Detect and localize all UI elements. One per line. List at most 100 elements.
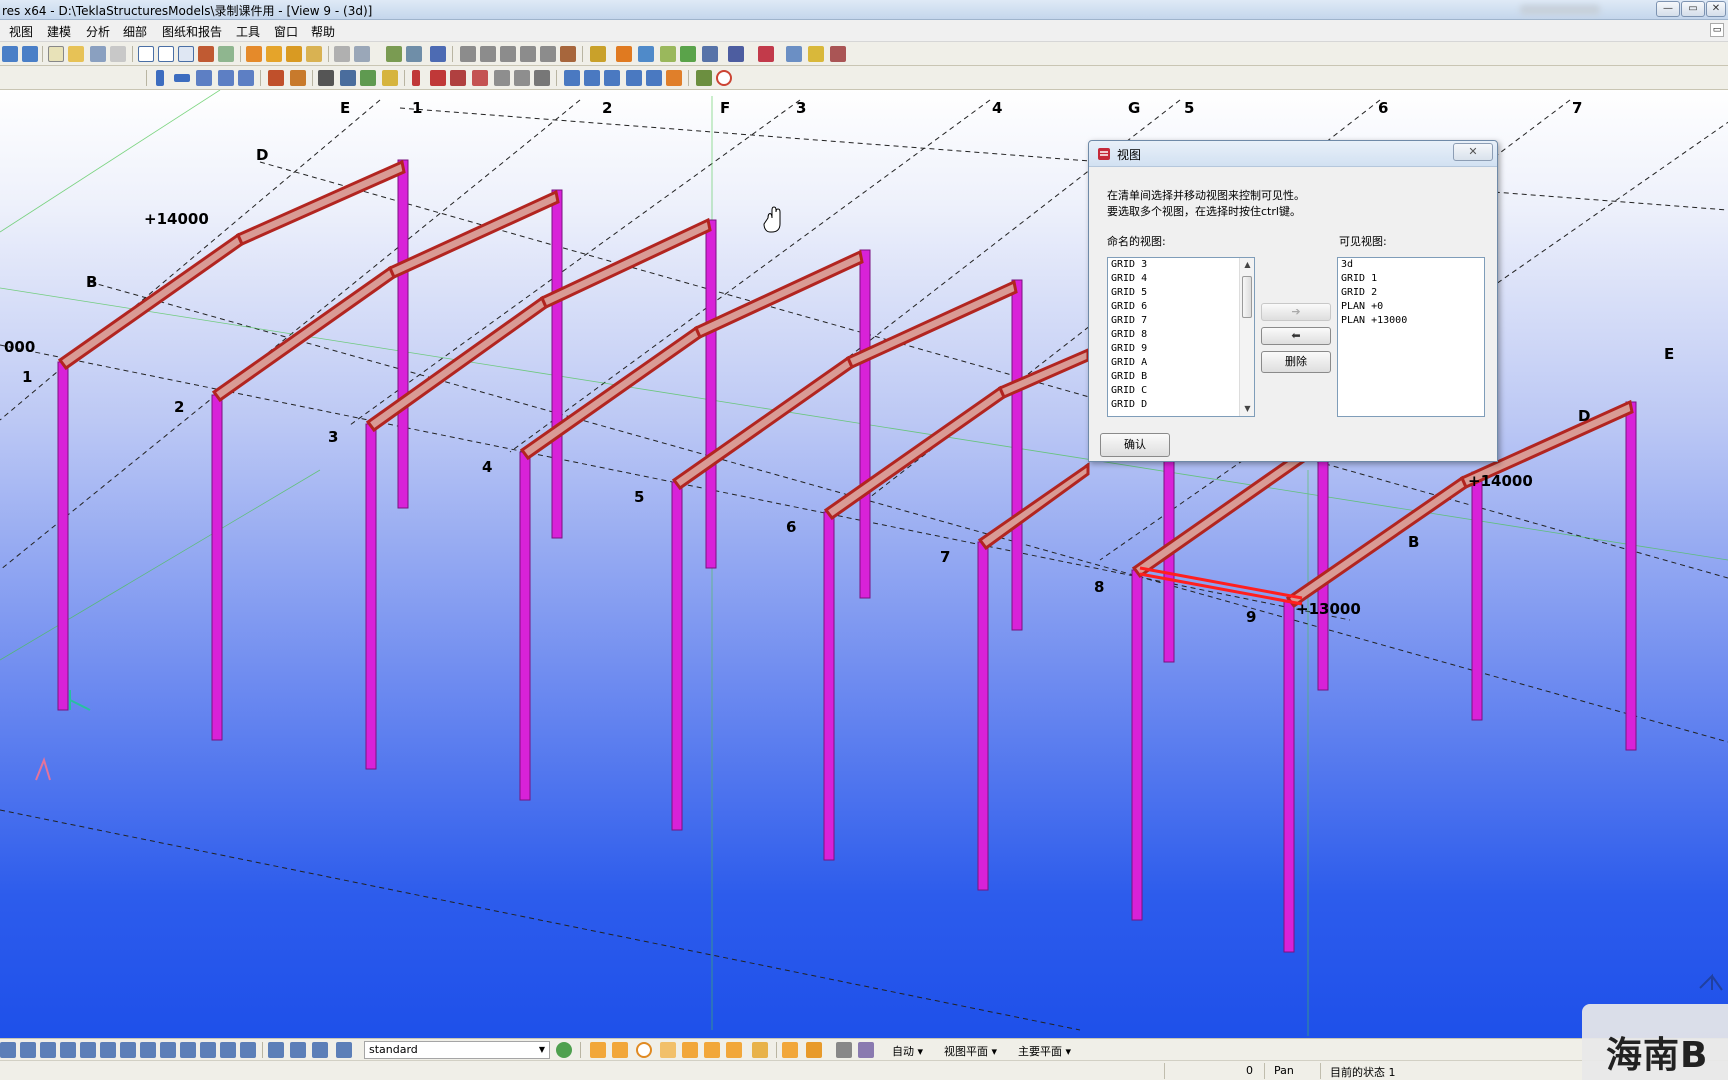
menu-tools[interactable]: 工具 <box>236 23 260 40</box>
snap-lineext-icon[interactable] <box>704 1042 720 1058</box>
snap-plane-icon[interactable] <box>836 1042 852 1058</box>
undo-icon[interactable] <box>2 46 18 62</box>
rebar-mesh-icon[interactable] <box>534 70 550 86</box>
select-filter-icon[interactable] <box>336 1042 352 1058</box>
clip-plane-icon[interactable] <box>590 46 606 62</box>
list-item[interactable]: PLAN +13000 <box>1338 314 1484 328</box>
measure-free-icon[interactable] <box>500 46 516 62</box>
list-item[interactable]: GRID 5 <box>1108 286 1254 300</box>
select-icon[interactable] <box>334 46 350 62</box>
named-views-list[interactable]: GRID 3 GRID 4 GRID 5 GRID 6 GRID 7 GRID … <box>1107 257 1255 417</box>
copy-icon[interactable] <box>218 46 234 62</box>
curved-beam-icon[interactable] <box>218 70 234 86</box>
select-assembly-icon[interactable] <box>354 46 370 62</box>
select-components-icon[interactable] <box>220 1042 236 1058</box>
snap-grid-icon[interactable] <box>782 1042 798 1058</box>
visible-views-list[interactable]: 3d GRID 1 GRID 2 PLAN +0 PLAN +13000 <box>1337 257 1485 417</box>
list-item[interactable]: GRID 3 <box>1108 258 1254 272</box>
polybeam-icon[interactable] <box>196 70 212 86</box>
online-icon[interactable] <box>830 46 846 62</box>
snap-depth-icon[interactable] <box>858 1042 874 1058</box>
point-circle-icon[interactable] <box>626 70 642 86</box>
bolt-icon[interactable] <box>268 70 284 86</box>
column-icon[interactable] <box>156 70 164 86</box>
beam-icon[interactable] <box>174 74 190 82</box>
twin-profile-icon[interactable] <box>238 70 254 86</box>
zoom-icon[interactable] <box>616 46 632 62</box>
select-points-icon[interactable] <box>60 1042 76 1058</box>
menu-view[interactable]: 视图 <box>9 23 33 40</box>
list-item[interactable]: GRID 7 <box>1108 314 1254 328</box>
move-to-named-button[interactable]: ⬅ <box>1261 327 1331 345</box>
rebar-group-icon[interactable] <box>514 70 530 86</box>
inquire-icon[interactable] <box>430 46 446 62</box>
redo-icon[interactable] <box>22 46 38 62</box>
properties-icon[interactable] <box>110 46 126 62</box>
maximize-button[interactable]: ▭ <box>1681 1 1705 17</box>
concrete-column-icon[interactable] <box>412 70 420 86</box>
list-item[interactable]: GRID D <box>1108 398 1254 412</box>
model-view-3d[interactable]: E 1 2 F 3 4 G 5 6 7 D B 1 2 3 4 5 6 7 8 … <box>0 90 1728 1038</box>
plate-icon[interactable] <box>382 70 398 86</box>
list-item[interactable]: 3d <box>1338 258 1484 272</box>
menu-window[interactable]: 窗口 <box>274 23 298 40</box>
open-model-icon[interactable] <box>68 46 84 62</box>
point-arc-icon[interactable] <box>604 70 620 86</box>
select-bolts-icon[interactable] <box>180 1042 196 1058</box>
select-objects-in-components-icon[interactable] <box>268 1042 284 1058</box>
measure-vertical-icon[interactable] <box>480 46 496 62</box>
named-views-scrollbar[interactable]: ▲ ▼ <box>1239 258 1254 416</box>
select-parts-icon[interactable] <box>20 1042 36 1058</box>
point-icon[interactable] <box>564 70 580 86</box>
view-icon[interactable] <box>138 46 154 62</box>
snap-center-icon[interactable] <box>636 1042 652 1058</box>
scroll-thumb[interactable] <box>1242 276 1252 318</box>
list-item[interactable]: GRID B <box>1108 370 1254 384</box>
fitting-icon[interactable] <box>360 70 376 86</box>
snap-reference-icon[interactable] <box>590 1042 606 1058</box>
list-item[interactable]: GRID 9 <box>1108 342 1254 356</box>
construction-line-icon[interactable] <box>666 70 682 86</box>
components-icon[interactable] <box>702 46 718 62</box>
list-item[interactable]: GRID C <box>1108 384 1254 398</box>
select-welds-icon[interactable] <box>120 1042 136 1058</box>
measure-arc-icon[interactable] <box>540 46 556 62</box>
snap-circle-icon[interactable] <box>716 70 732 86</box>
snap-mode-dropdown[interactable]: 自动 ▾ <box>892 1043 923 1059</box>
connection-icon[interactable] <box>318 70 334 86</box>
macro-icon[interactable] <box>808 46 824 62</box>
measure-bolt-icon[interactable] <box>560 46 576 62</box>
numbering-icon[interactable] <box>386 46 402 62</box>
select-rebar-icon[interactable] <box>200 1042 216 1058</box>
list-item[interactable]: GRID 6 <box>1108 300 1254 314</box>
measure-angle-icon[interactable] <box>520 46 536 62</box>
snap-geometry-icon[interactable] <box>612 1042 628 1058</box>
select-gridline-icon[interactable] <box>100 1042 116 1058</box>
measure-horizontal-icon[interactable] <box>460 46 476 62</box>
catalog-icon[interactable] <box>728 46 744 62</box>
mdi-restore-icon[interactable]: ▭ <box>1710 23 1724 37</box>
template-icon[interactable] <box>306 46 322 62</box>
minimize-button[interactable]: — <box>1656 1 1680 17</box>
close-window-button[interactable]: ✕ <box>1706 1 1726 17</box>
drawing-icon[interactable] <box>246 46 262 62</box>
view-list-icon[interactable] <box>178 46 194 62</box>
cut-icon[interactable] <box>198 46 214 62</box>
list-item[interactable]: GRID A <box>1108 356 1254 370</box>
plane-mode-dropdown[interactable]: 视图平面 ▾ <box>944 1043 997 1059</box>
select-single-icon[interactable] <box>312 1042 328 1058</box>
part-cut-icon[interactable] <box>340 70 356 86</box>
scroll-up-icon[interactable]: ▲ <box>1240 258 1254 272</box>
menu-help[interactable]: 帮助 <box>311 23 335 40</box>
menu-detailing[interactable]: 细部 <box>123 23 147 40</box>
tekla-logo-icon[interactable] <box>758 46 774 62</box>
pad-footing-icon[interactable] <box>472 70 488 86</box>
snap-any-icon[interactable] <box>726 1042 742 1058</box>
clash-check-icon[interactable] <box>406 46 422 62</box>
select-cuts-icon[interactable] <box>140 1042 156 1058</box>
snap-perpendicular-icon[interactable] <box>682 1042 698 1058</box>
point-line-icon[interactable] <box>584 70 600 86</box>
weld-icon[interactable] <box>290 70 306 86</box>
slab-icon[interactable] <box>450 70 466 86</box>
move-to-visible-button[interactable]: ➔ <box>1261 303 1331 321</box>
